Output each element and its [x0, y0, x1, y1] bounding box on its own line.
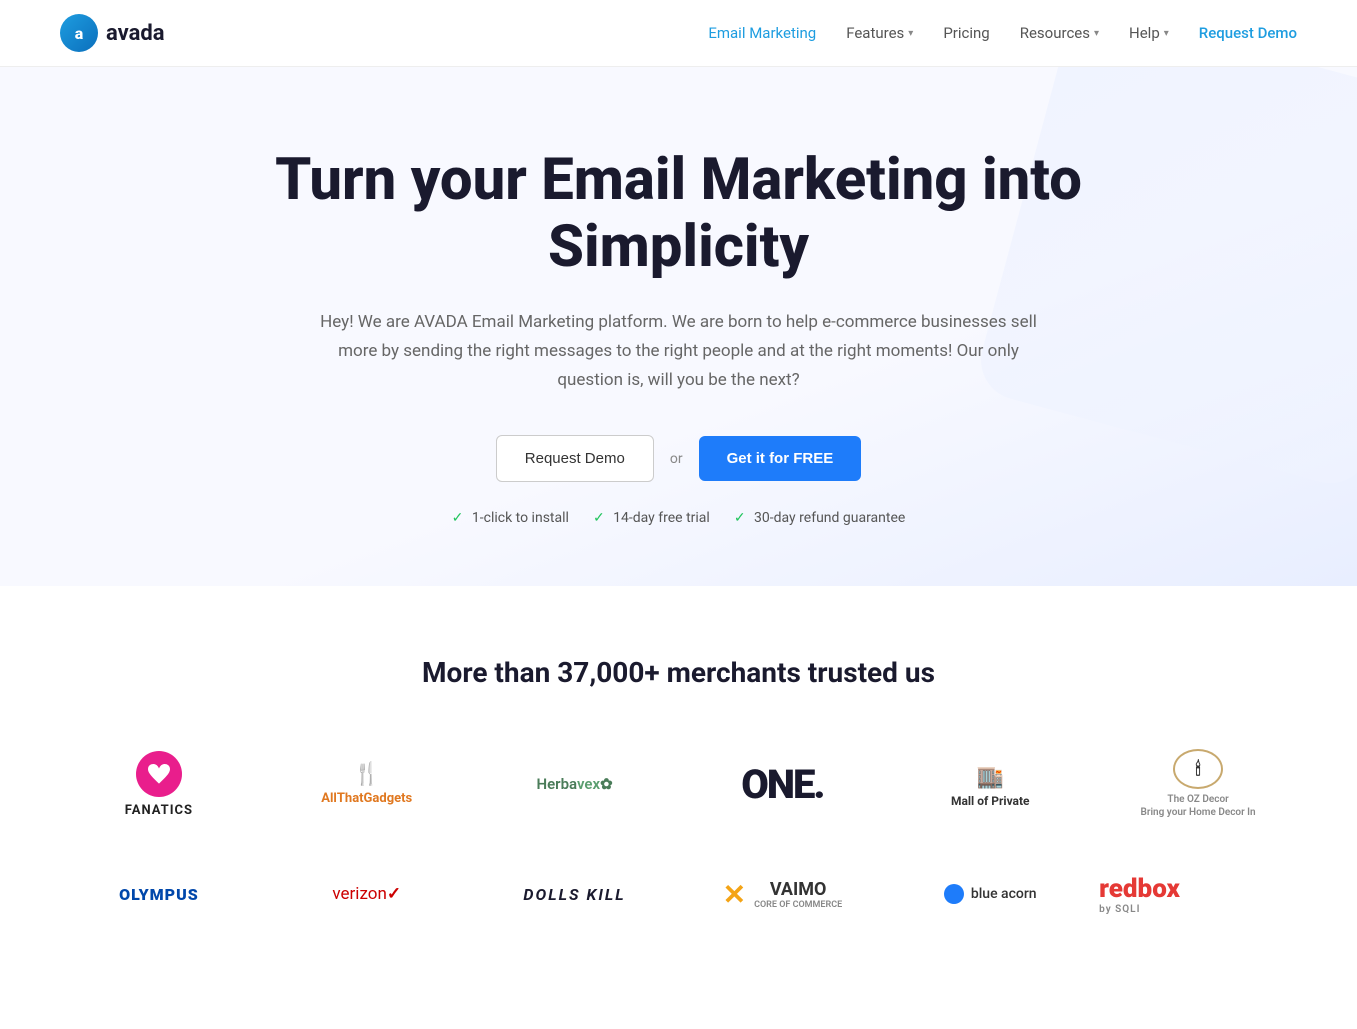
hero-buttons: Request Demo or Get it for FREE: [60, 435, 1297, 482]
navbar: a avada Email Marketing Features ▾ Prici…: [0, 0, 1357, 67]
hero-headline: Turn your Email Marketing into Simplicit…: [229, 147, 1129, 280]
vaimo-x-icon: ✕: [723, 878, 746, 911]
logo-name: avada: [106, 21, 165, 46]
brand-logo-row-2: OLYMPUS verizon✓ DOLLS KILL ✕ VAIMO CORE…: [60, 859, 1297, 929]
badge-refund: ✓ 30-day refund guarantee: [734, 510, 906, 526]
nav-links: Email Marketing Features ▾ Pricing Resou…: [708, 24, 1297, 42]
hero-badges: ✓ 1-click to install ✓ 14-day free trial…: [60, 510, 1297, 526]
list-item: DOLLS KILL: [476, 859, 674, 929]
blue-acorn-dot-icon: [944, 884, 964, 904]
request-demo-button[interactable]: Request Demo: [496, 435, 654, 482]
chevron-down-icon: ▾: [1094, 28, 1099, 39]
nav-link-resources[interactable]: Resources ▾: [1020, 24, 1099, 42]
nav-link-features[interactable]: Features ▾: [846, 24, 913, 42]
badge-install: ✓ 1-click to install: [452, 510, 569, 526]
check-icon: ✓: [734, 510, 746, 526]
logo[interactable]: a avada: [60, 14, 165, 52]
brand-logo-row-1: FANATICS 🍴 AllThatGadgets Herbavex✿ ONE.…: [60, 749, 1297, 819]
nav-link-pricing[interactable]: Pricing: [943, 24, 989, 42]
list-item: 🍴 AllThatGadgets: [268, 749, 466, 819]
list-item: Herbavex✿: [476, 749, 674, 819]
list-item: 🕯 The OZ DecorBring your Home Decor In: [1099, 749, 1297, 819]
merchants-section: More than 37,000+ merchants trusted us F…: [0, 586, 1357, 1029]
list-item: ✕ VAIMO CORE OF COMMERCE: [683, 859, 881, 929]
logo-icon: a: [60, 14, 98, 52]
badge-trial: ✓ 14-day free trial: [593, 510, 710, 526]
hero-section: Turn your Email Marketing into Simplicit…: [0, 67, 1357, 586]
oz-circle-icon: 🕯: [1173, 749, 1223, 789]
list-item: FANATICS: [60, 749, 258, 819]
chevron-down-icon: ▾: [1164, 28, 1169, 39]
merchants-headline: More than 37,000+ merchants trusted us: [60, 656, 1297, 689]
check-icon: ✓: [593, 510, 605, 526]
nav-request-demo-link[interactable]: Request Demo: [1199, 24, 1297, 42]
list-item: OLYMPUS: [60, 859, 258, 929]
btn-or-label: or: [670, 451, 683, 467]
check-icon: ✓: [452, 510, 464, 526]
list-item: ONE.: [683, 749, 881, 819]
chevron-down-icon: ▾: [908, 28, 913, 39]
nav-link-help[interactable]: Help ▾: [1129, 24, 1169, 42]
fanatics-icon: [136, 751, 182, 797]
list-item: blue acorn: [891, 859, 1089, 929]
nav-link-email-marketing[interactable]: Email Marketing: [708, 24, 816, 42]
fork-icon: 🍴: [353, 762, 380, 787]
list-item: 🏬 Mall of Private: [891, 749, 1089, 819]
get-free-button[interactable]: Get it for FREE: [699, 436, 862, 481]
list-item: verizon✓: [268, 859, 466, 929]
mall-icon: 🏬: [977, 765, 1004, 790]
list-item: redbox by SQLI: [1099, 859, 1297, 929]
hero-subtext: Hey! We are AVADA Email Marketing platfo…: [319, 308, 1039, 395]
